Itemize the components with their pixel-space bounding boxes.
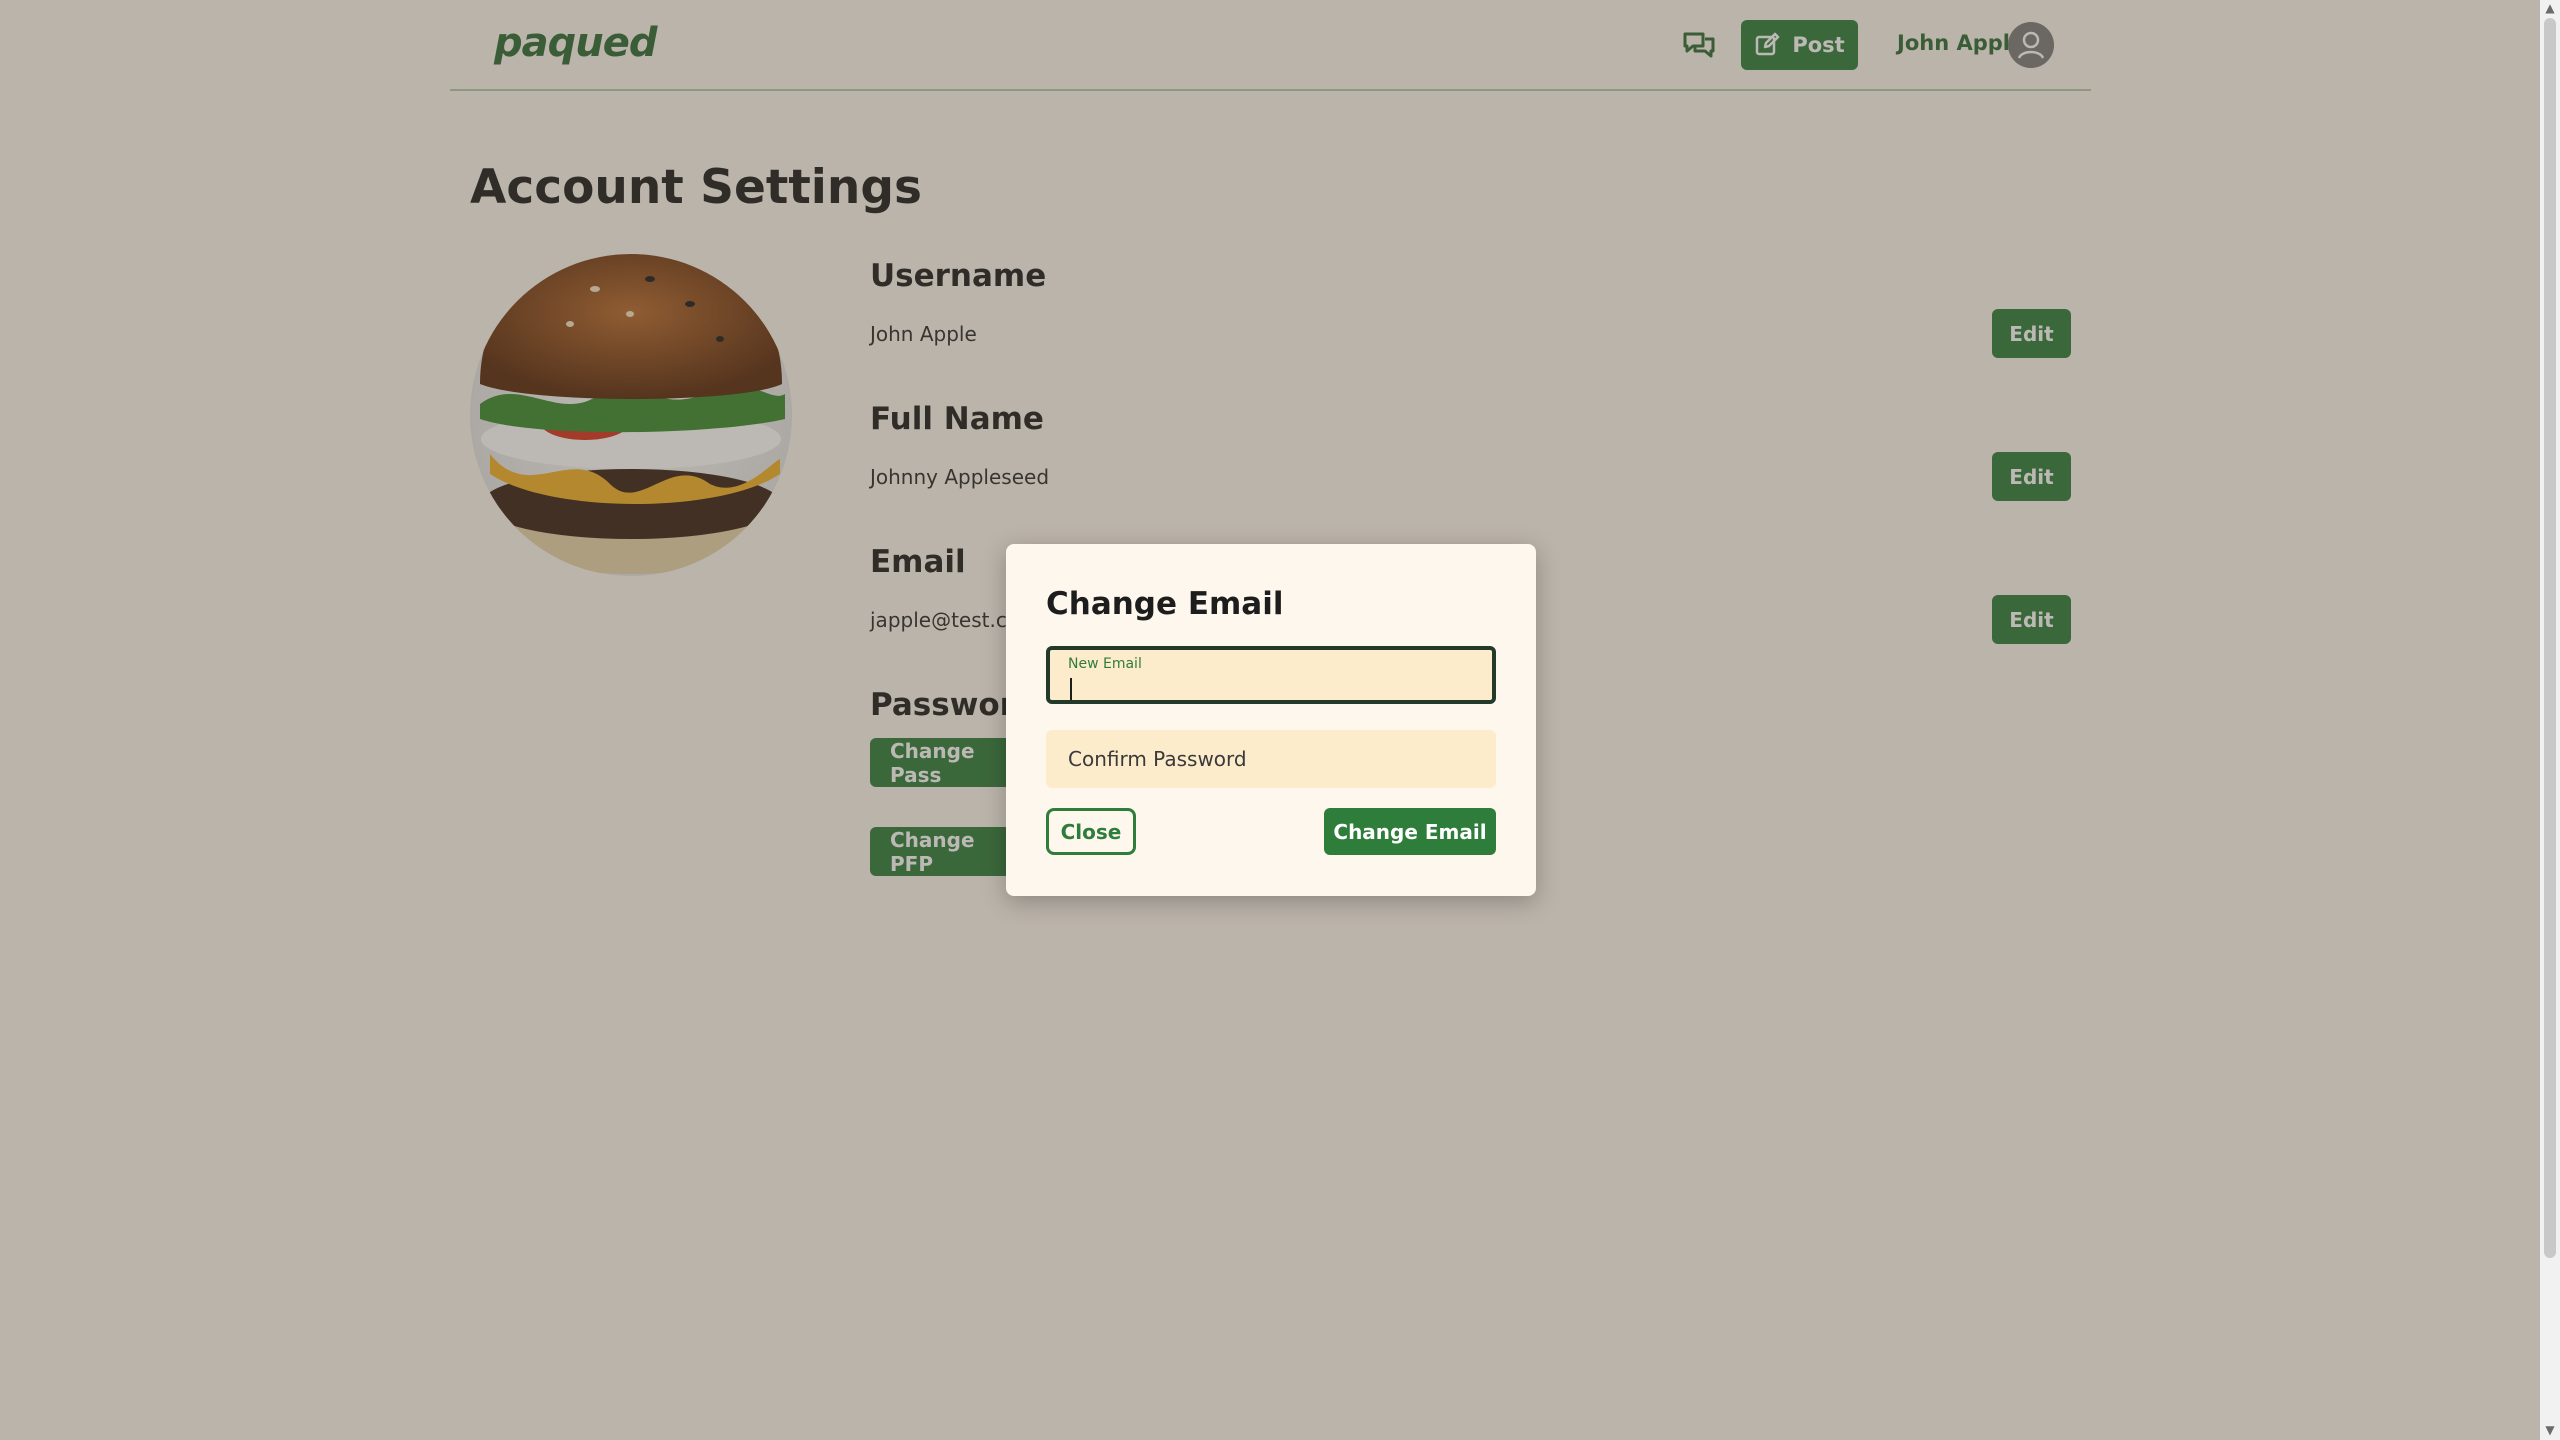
close-button[interactable]: Close [1046,808,1136,855]
new-email-label: New Email [1068,656,1142,672]
change-email-button[interactable]: Change Email [1324,808,1496,855]
change-email-dialog: Change Email New Email Confirm Password … [1006,544,1536,896]
scroll-down-icon[interactable]: ▼ [2544,1424,2556,1436]
new-email-field[interactable]: New Email [1046,646,1496,704]
text-caret [1070,678,1072,700]
scroll-thumb[interactable] [2544,18,2556,1258]
page-scrollbar[interactable]: ▲ ▼ [2540,0,2560,1440]
confirm-password-placeholder: Confirm Password [1068,747,1247,771]
scroll-up-icon[interactable]: ▲ [2544,2,2556,14]
dialog-title: Change Email [1046,586,1284,622]
confirm-password-field[interactable]: Confirm Password [1046,730,1496,788]
